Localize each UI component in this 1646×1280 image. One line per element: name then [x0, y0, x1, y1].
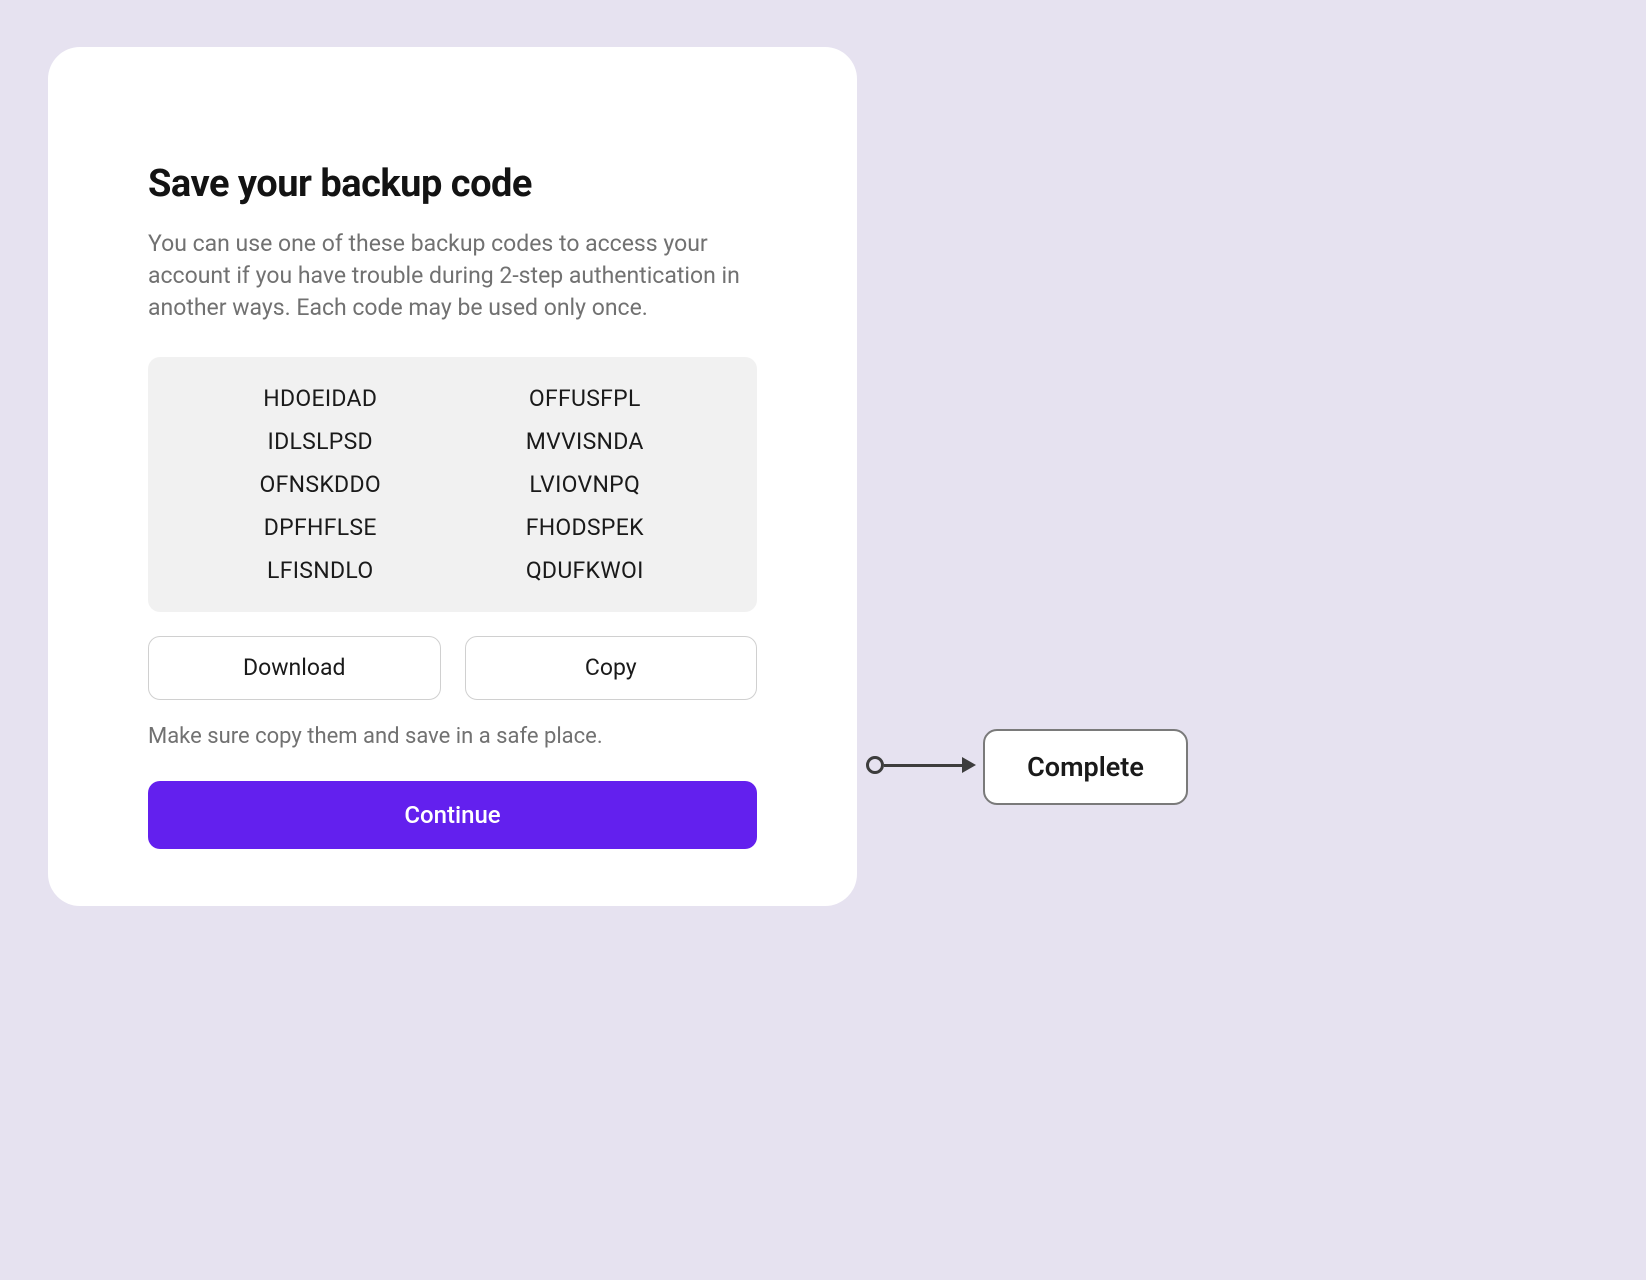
action-button-row: Download Copy [148, 636, 757, 700]
arrow-start-circle-icon [866, 756, 884, 774]
backup-code: HDOEIDAD [263, 385, 377, 412]
flow-arrow [866, 756, 976, 774]
arrow-line-icon [884, 764, 964, 767]
card-description: You can use one of these backup codes to… [148, 228, 757, 325]
backup-code: OFFUSFPL [529, 385, 641, 412]
backup-codes-box: HDOEIDAD IDLSLPSD OFNSKDDO DPFHFLSE LFIS… [148, 357, 757, 612]
backup-code: MVVISNDA [526, 428, 644, 455]
copy-button[interactable]: Copy [465, 636, 758, 700]
backup-code: FHODSPEK [526, 514, 644, 541]
save-hint: Make sure copy them and save in a safe p… [148, 724, 757, 749]
backup-code: QDUFKWOI [526, 557, 644, 584]
download-button[interactable]: Download [148, 636, 441, 700]
complete-state-label: Complete [983, 729, 1188, 805]
backup-code-card: Save your backup code You can use one of… [48, 47, 857, 906]
codes-column-right: OFFUSFPL MVVISNDA LVIOVNPQ FHODSPEK QDUF… [453, 385, 718, 584]
card-title: Save your backup code [148, 162, 757, 206]
backup-code: DPFHFLSE [264, 514, 377, 541]
arrow-head-icon [962, 757, 976, 773]
backup-code: LFISNDLO [267, 557, 373, 584]
continue-button[interactable]: Continue [148, 781, 757, 849]
backup-code: LVIOVNPQ [529, 471, 640, 498]
codes-column-left: HDOEIDAD IDLSLPSD OFNSKDDO DPFHFLSE LFIS… [188, 385, 453, 584]
backup-code: IDLSLPSD [268, 428, 373, 455]
backup-code: OFNSKDDO [260, 471, 381, 498]
